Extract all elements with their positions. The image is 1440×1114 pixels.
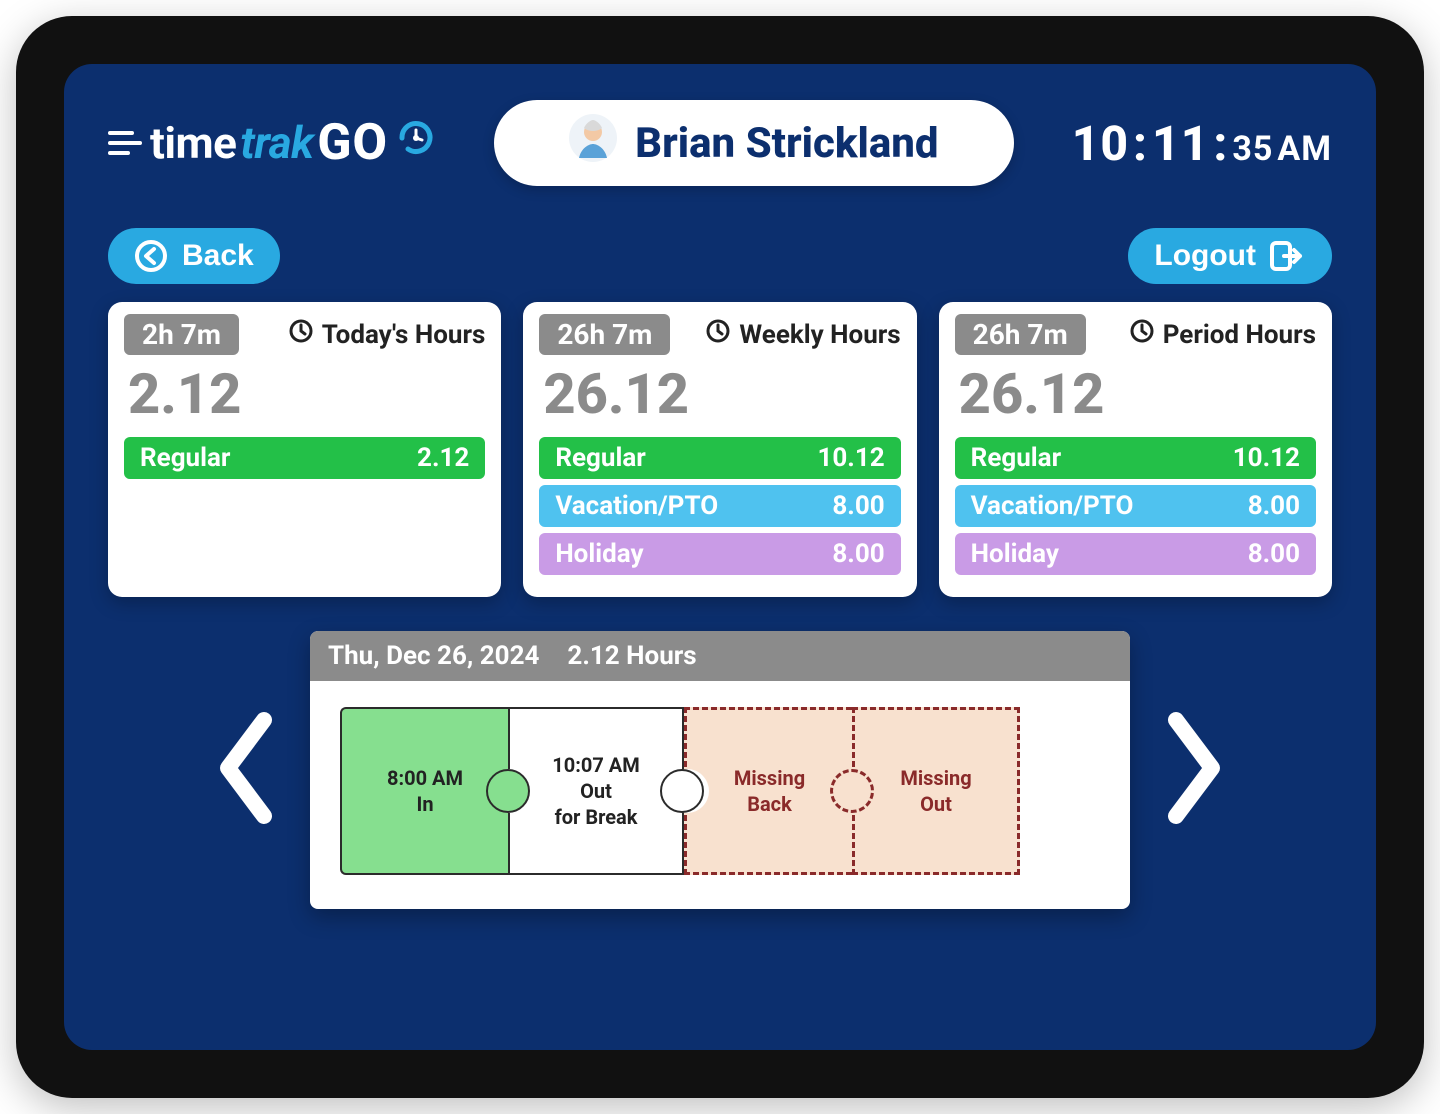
clock-minutes: 11	[1152, 115, 1209, 172]
prev-day-button[interactable]	[212, 708, 282, 832]
logout-label: Logout	[1154, 239, 1256, 273]
punch-piece-missing-out[interactable]: Missing Out	[852, 707, 1020, 875]
breakdown-row: Vacation/PTO8.00	[955, 485, 1316, 527]
tablet-frame: time trak GO	[16, 16, 1424, 1098]
breakdown-row: Regular2.12	[124, 437, 485, 479]
hours-badge: 26h 7m	[955, 314, 1086, 355]
summary-cards: 2h 7m Today's Hours 2.12 Regular2.12 26h 7m W…	[108, 302, 1332, 597]
timeline-body: 8:00 AM In 10:07 AM Out for Break Missin…	[310, 681, 1130, 909]
breakdown-row: Regular10.12	[955, 437, 1316, 479]
timeline-header: Thu, Dec 26, 2024 2.12 Hours	[310, 631, 1130, 681]
breakdown-row: Holiday8.00	[539, 533, 900, 575]
card-todays-hours: 2h 7m Today's Hours 2.12 Regular2.12	[108, 302, 501, 597]
user-pill[interactable]: Brian Strickland	[494, 100, 1014, 186]
clock-hours: 10	[1072, 115, 1129, 172]
timeline-hours: 2.12 Hours	[567, 641, 696, 671]
next-day-button[interactable]	[1158, 708, 1228, 832]
card-title: Today's Hours	[288, 318, 486, 351]
logo-go: GO	[317, 114, 388, 172]
card-title: Period Hours	[1129, 318, 1316, 351]
card-title: Weekly Hours	[705, 318, 900, 351]
header: time trak GO	[108, 100, 1332, 186]
card-period-hours: 26h 7m Period Hours 26.12 Regular10.12 Vacat…	[939, 302, 1332, 597]
logo-trak: trak	[240, 117, 313, 169]
action-bar: Back Logout	[108, 228, 1332, 284]
clock: 10 : 11 : 35 AM	[1072, 115, 1332, 172]
logo-motion-lines-icon	[108, 131, 142, 155]
clock-ampm: AM	[1277, 129, 1332, 169]
logo-time: time	[150, 117, 236, 169]
clock-icon	[705, 318, 731, 351]
app-screen: time trak GO	[64, 64, 1376, 1050]
avatar-icon	[569, 114, 617, 173]
logout-button[interactable]: Logout	[1128, 228, 1332, 284]
total-value: 2.12	[128, 361, 485, 427]
punch-piece-in[interactable]: 8:00 AM In	[340, 707, 508, 875]
back-label: Back	[182, 239, 254, 273]
punch-piece-missing-back[interactable]: Missing Back	[684, 707, 852, 875]
back-button[interactable]: Back	[108, 228, 280, 284]
breakdown-row: Vacation/PTO8.00	[539, 485, 900, 527]
clock-icon	[288, 318, 314, 351]
clock-icon	[1129, 318, 1155, 351]
clock-seconds: 35	[1232, 129, 1273, 169]
total-value: 26.12	[959, 361, 1316, 427]
punch-piece-out-break[interactable]: 10:07 AM Out for Break	[508, 707, 684, 875]
app-logo: time trak GO	[108, 114, 436, 172]
timeline-date: Thu, Dec 26, 2024	[328, 641, 539, 671]
breakdown-row: Holiday8.00	[955, 533, 1316, 575]
clock-swoosh-icon	[396, 117, 436, 169]
hours-badge: 26h 7m	[539, 314, 670, 355]
arrow-left-circle-icon	[134, 239, 168, 273]
hours-badge: 2h 7m	[124, 314, 239, 355]
breakdown-row: Regular10.12	[539, 437, 900, 479]
user-name: Brian Strickland	[635, 119, 938, 168]
total-value: 26.12	[543, 361, 900, 427]
timeline-panel: Thu, Dec 26, 2024 2.12 Hours 8:00 AM In …	[310, 631, 1130, 909]
card-weekly-hours: 26h 7m Weekly Hours 26.12 Regular10.12 Vacat…	[523, 302, 916, 597]
timeline-section: Thu, Dec 26, 2024 2.12 Hours 8:00 AM In …	[108, 631, 1332, 909]
logout-icon	[1270, 239, 1306, 273]
